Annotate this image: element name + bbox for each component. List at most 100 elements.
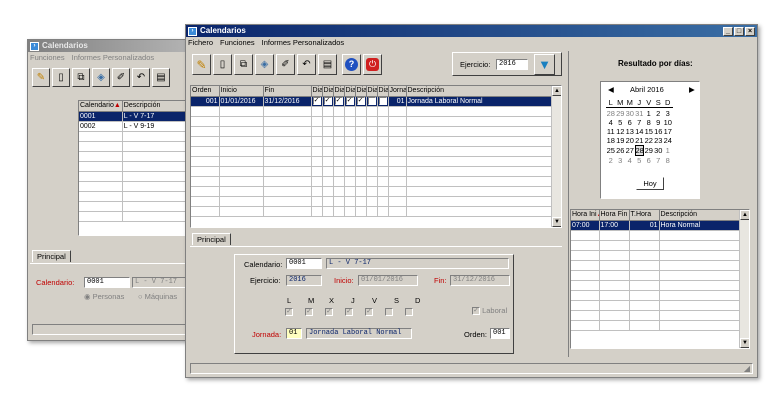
help-icon[interactable]: ? <box>342 54 361 75</box>
col-orden[interactable]: Orden <box>191 86 220 97</box>
jornada-desc: Jornada Laboral Normal <box>306 328 412 339</box>
filter-icon[interactable]: ▼ <box>534 54 555 75</box>
laboral-checkbox[interactable]: ✓ Laboral <box>472 306 507 316</box>
scroll-down-icon[interactable]: ▼ <box>740 338 749 348</box>
menu-informes[interactable]: Informes Personalizados <box>262 37 345 49</box>
ejercicio-field[interactable]: 2016 <box>496 59 528 70</box>
col-dia-3[interactable]: Dia <box>333 86 345 97</box>
back-statusbar <box>32 324 196 335</box>
maximize-button[interactable]: □ <box>734 26 744 36</box>
tab-principal[interactable]: Principal <box>192 233 231 245</box>
new-icon[interactable]: ▯ <box>52 68 70 87</box>
day-check-l[interactable]: ✓ <box>285 307 293 316</box>
col-jornada[interactable]: Jornada <box>388 86 407 97</box>
col-calendario[interactable]: Calendario▲ <box>79 101 123 112</box>
back-calendario-label: Calendario: <box>36 278 75 287</box>
hours-grid[interactable]: Hora Ini▲ Hora Fin T.Hora Descripción 07… <box>570 209 750 349</box>
col-dia-6[interactable]: Dia <box>366 86 378 97</box>
back-calendario-field[interactable]: 0001 <box>84 277 130 288</box>
col-dia-1[interactable]: Dia <box>311 86 323 97</box>
day-label-d: D <box>415 296 421 305</box>
col-descripcion[interactable]: Descripción <box>122 101 195 112</box>
main-grid[interactable]: Orden Inicio Fin Dia Dia Dia Dia Dia Dia… <box>190 85 562 228</box>
undo-icon[interactable]: ↶ <box>297 54 316 75</box>
col-hora-fin[interactable]: Hora Fin <box>599 210 630 221</box>
table-row[interactable]: 0001 L - V 7-17 <box>79 111 195 122</box>
row-check[interactable]: ✓ <box>344 96 356 107</box>
main-window: › Calendarios _ □ × Fichero Funciones In… <box>185 24 758 378</box>
form-calendario-field[interactable]: 0001 <box>286 258 322 269</box>
hoy-button[interactable]: Hoy <box>636 177 664 190</box>
main-grid-scrollbar[interactable]: ▲ ▼ <box>551 86 561 227</box>
col-descripcion[interactable]: Descripción <box>406 86 552 97</box>
day-check-s[interactable] <box>385 307 393 316</box>
hours-grid-scrollbar[interactable]: ▲ ▼ <box>739 210 749 348</box>
menu-fichero[interactable]: Fichero <box>188 37 213 49</box>
back-radio-personas[interactable]: ◉ Personas <box>84 292 124 302</box>
table-row[interactable]: 0002 L - V 9-19 <box>79 121 195 132</box>
print-icon[interactable]: ▤ <box>152 68 170 87</box>
col-fin[interactable]: Fin <box>263 86 312 97</box>
col-hora-desc[interactable]: Descripción <box>659 210 740 221</box>
calendar-days[interactable]: 28293031 1 2 3 4 5 6 7 8 9 10 11121314151617 1819… <box>606 109 673 165</box>
row-check[interactable]: ✓ <box>355 96 367 107</box>
prev-month-icon[interactable]: ◀ <box>608 85 614 95</box>
col-dia-7[interactable]: Dia <box>377 86 389 97</box>
exit-icon[interactable]: ⏻ <box>363 54 382 75</box>
jornada-field[interactable]: 01 <box>286 328 302 339</box>
back-grid[interactable]: Calendario▲ Descripción 0001 L - V 7-17 … <box>78 100 196 236</box>
back-radio-maquinas[interactable]: ○ Máquinas <box>138 292 177 302</box>
back-menu-informes[interactable]: Informes Personalizados <box>72 52 155 64</box>
calendar-month: Abril 2016 <box>630 85 664 94</box>
back-tab-panel <box>30 263 196 315</box>
form-inicio-field[interactable]: 01/01/2016 <box>358 275 418 286</box>
day-check-m[interactable]: ✓ <box>305 307 313 316</box>
undo-icon[interactable]: ↶ <box>132 68 150 87</box>
form-fin-field[interactable]: 31/12/2016 <box>450 275 510 286</box>
copy-icon[interactable]: ⧉ <box>72 68 90 87</box>
scroll-up-icon[interactable]: ▲ <box>740 210 749 220</box>
form-ejercicio-label: Ejercicio: <box>250 276 281 285</box>
row-check[interactable] <box>377 96 389 107</box>
back-menu-funciones[interactable]: Funciones <box>30 52 65 64</box>
print-icon[interactable]: ▤ <box>318 54 337 75</box>
col-dia-5[interactable]: Dia <box>355 86 367 97</box>
col-inicio[interactable]: Inicio <box>219 86 264 97</box>
form-calendario-label: Calendario: <box>244 260 283 269</box>
save-icon[interactable]: ◈ <box>92 68 110 87</box>
row-check[interactable]: ✓ <box>311 96 323 107</box>
col-dia-2[interactable]: Dia <box>322 86 334 97</box>
new-icon[interactable]: ▯ <box>213 54 232 75</box>
day-check-v[interactable]: ✓ <box>365 307 373 316</box>
edit-icon[interactable]: ✎ <box>32 68 50 87</box>
menu-funciones[interactable]: Funciones <box>220 37 255 49</box>
resize-grip-icon[interactable]: ◢ <box>744 364 750 373</box>
next-month-icon[interactable]: ▶ <box>689 85 695 95</box>
close-button[interactable]: × <box>745 26 755 36</box>
back-tab-principal[interactable]: Principal <box>32 250 71 262</box>
copy-icon[interactable]: ⧉ <box>234 54 253 75</box>
table-row[interactable]: 001 01/01/2016 31/12/2016 ✓ ✓ ✓ ✓ ✓ 01 J… <box>191 96 552 107</box>
orden-label: Orden: <box>464 330 487 339</box>
erase-icon[interactable]: ✐ <box>276 54 295 75</box>
minimize-button[interactable]: _ <box>723 26 733 36</box>
table-row[interactable]: 07:00 17:00 01 Hora Normal <box>571 220 740 231</box>
row-check[interactable] <box>366 96 378 107</box>
row-check[interactable]: ✓ <box>333 96 345 107</box>
orden-field[interactable]: 001 <box>490 328 510 339</box>
day-check-x[interactable]: ✓ <box>325 307 333 316</box>
day-check-d[interactable] <box>405 307 413 316</box>
row-check[interactable]: ✓ <box>322 96 334 107</box>
save-icon[interactable]: ◈ <box>255 54 274 75</box>
form-ejercicio-field: 2016 <box>286 275 322 286</box>
scroll-down-icon[interactable]: ▼ <box>552 217 561 227</box>
main-window-titlebar[interactable]: › Calendarios _ □ × <box>186 25 757 37</box>
col-thora[interactable]: T.Hora <box>629 210 660 221</box>
col-hora-ini[interactable]: Hora Ini▲ <box>571 210 600 221</box>
scroll-up-icon[interactable]: ▲ <box>552 86 561 96</box>
back-window-titlebar[interactable]: › Calendarios <box>28 40 196 52</box>
day-check-j[interactable]: ✓ <box>345 307 353 316</box>
erase-icon[interactable]: ✐ <box>112 68 130 87</box>
edit-icon[interactable]: ✎ <box>192 54 211 75</box>
col-dia-4[interactable]: Dia <box>344 86 356 97</box>
